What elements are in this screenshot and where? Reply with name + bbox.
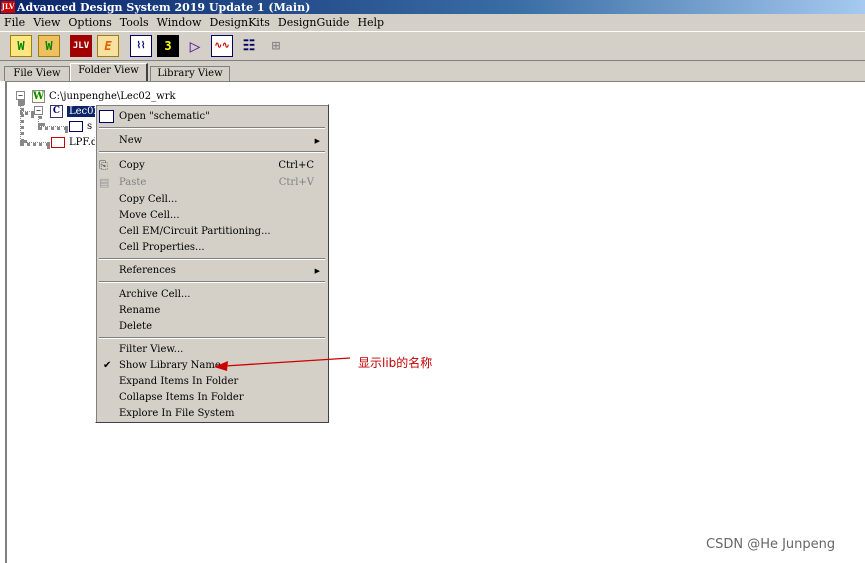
watermark: CSDN @He Junpeng xyxy=(706,537,836,552)
annotation-text: 显示lib的名称 xyxy=(358,356,433,370)
annotation-arrow-icon xyxy=(214,357,351,371)
